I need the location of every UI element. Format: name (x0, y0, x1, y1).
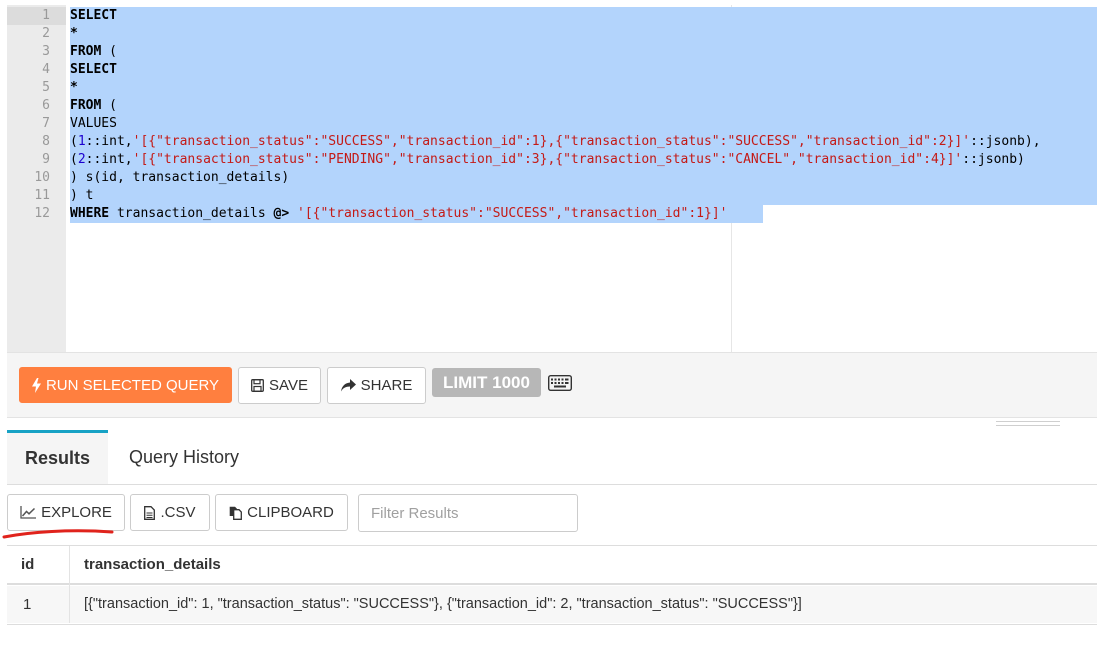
table-header: id transaction_details (7, 546, 1097, 585)
share-label: SHARE (360, 377, 413, 394)
copy-icon (229, 506, 243, 520)
code-token: FROM (70, 98, 102, 113)
cell-id: 1 (23, 596, 32, 613)
code-token: ) s(id, transaction_details) (70, 170, 290, 185)
line-number: 6 (42, 98, 50, 113)
column-header-transaction-details[interactable]: transaction_details (84, 546, 221, 583)
run-label: RUN SELECTED QUERY (45, 376, 220, 394)
line-number: 3 (42, 44, 50, 59)
file-icon (144, 505, 156, 520)
code-token: 1 (77, 134, 86, 149)
sql-editor[interactable]: 1 2 3 4 5 6 7 8 9 10 11 12 SELECT * FROM (SELECT * FROM… (7, 5, 1097, 352)
line-number: 1 (42, 8, 50, 23)
cell-transaction-details: [{"transaction_id": 1, "transaction_stat… (84, 596, 802, 612)
code-line[interactable]: SELECT (70, 7, 117, 25)
line-number: 11 (34, 188, 50, 203)
code-line[interactable]: (2::int,'[{"transaction_status":"PENDING… (70, 151, 1025, 169)
column-header-id[interactable]: id (21, 546, 34, 583)
code-token: ::int, (85, 134, 133, 149)
query-toolbar: RUN SELECTED QUERY SAVE SHARE LIMIT 1000 (7, 352, 1097, 418)
resize-handle[interactable] (996, 421, 1060, 427)
code-line[interactable]: ) t (70, 187, 93, 205)
code-token: VALUES (70, 116, 117, 131)
code-line[interactable]: (1::int,'[{"transaction_status":"SUCCESS… (70, 133, 1041, 151)
csv-label: .CSV (160, 504, 196, 521)
tab-query-history-label: Query History (128, 446, 240, 467)
limit-label: LIMIT 1000 (443, 372, 530, 392)
code-line[interactable]: FROM ( (70, 97, 117, 115)
line-number: 4 (42, 62, 50, 77)
column-divider (69, 546, 70, 623)
code-line[interactable]: SELECT (70, 61, 117, 79)
line-number: 7 (42, 116, 50, 131)
line-number: 12 (34, 206, 50, 221)
filter-results-input[interactable] (358, 494, 578, 532)
code-line[interactable]: ) s(id, transaction_details) (70, 169, 289, 187)
code-token: ::jsonb), (970, 134, 1041, 149)
keyboard-icon[interactable] (548, 375, 572, 391)
line-number: 5 (42, 80, 50, 95)
tab-results-label: Results (24, 448, 91, 468)
share-arrow-icon (340, 379, 356, 392)
bolt-icon (31, 377, 41, 393)
code-line[interactable]: * (70, 79, 78, 97)
code-token: WHERE (70, 206, 110, 221)
code-token: ( (101, 44, 117, 59)
csv-button[interactable]: .CSV (130, 494, 210, 531)
results-table: id transaction_details 1 [{"transaction_… (7, 545, 1097, 625)
tab-query-history[interactable]: Query History (117, 430, 251, 484)
table-row[interactable]: 1 [{"transaction_id": 1, "transaction_st… (7, 586, 1097, 623)
code-line[interactable]: VALUES (70, 115, 117, 133)
floppy-icon (251, 379, 264, 392)
limit-dropdown[interactable]: LIMIT 1000 (432, 368, 541, 397)
code-token: ::jsonb) (962, 152, 1025, 167)
code-line[interactable]: WHERE transaction_details @> '[{"transac… (70, 205, 727, 223)
line-number: 8 (42, 134, 50, 149)
code-token: '[{"transaction_status":"PENDING","trans… (132, 152, 963, 167)
code-token: * (70, 26, 78, 41)
code-token: SELECT (70, 8, 117, 23)
code-token: ( (70, 152, 78, 167)
code-token: '[{"transaction_status":"SUCCESS","trans… (297, 206, 728, 221)
code-token: '[{"transaction_status":"SUCCESS","trans… (132, 134, 971, 149)
line-number: 2 (42, 26, 50, 41)
line-number: 9 (42, 152, 50, 167)
red-underline-annotation (2, 529, 114, 539)
share-button[interactable]: SHARE (327, 367, 426, 404)
code-token: ::int, (85, 152, 133, 167)
results-tabs: Results Query History (7, 430, 1097, 485)
code-token: ( (70, 134, 78, 149)
code-line[interactable]: FROM ( (70, 43, 117, 61)
code-token: transaction_details (109, 206, 274, 221)
run-selected-query-button[interactable]: RUN SELECTED QUERY (19, 367, 232, 403)
save-label: SAVE (269, 377, 308, 394)
save-button[interactable]: SAVE (238, 367, 321, 404)
line-number: 10 (34, 170, 50, 185)
code-token: ) t (70, 188, 94, 203)
tab-results[interactable]: Results (7, 430, 108, 484)
code-token: FROM (70, 44, 102, 59)
code-token: SELECT (70, 62, 117, 77)
clipboard-label: CLIPBOARD (247, 504, 334, 521)
code-token: * (70, 80, 78, 95)
code-line[interactable]: * (70, 25, 78, 43)
line-number-gutter: 1 2 3 4 5 6 7 8 9 10 11 12 (7, 5, 66, 352)
code-token: ( (101, 98, 117, 113)
code-token: @> (273, 206, 290, 221)
code-token: 2 (77, 152, 86, 167)
clipboard-button[interactable]: CLIPBOARD (215, 494, 348, 531)
